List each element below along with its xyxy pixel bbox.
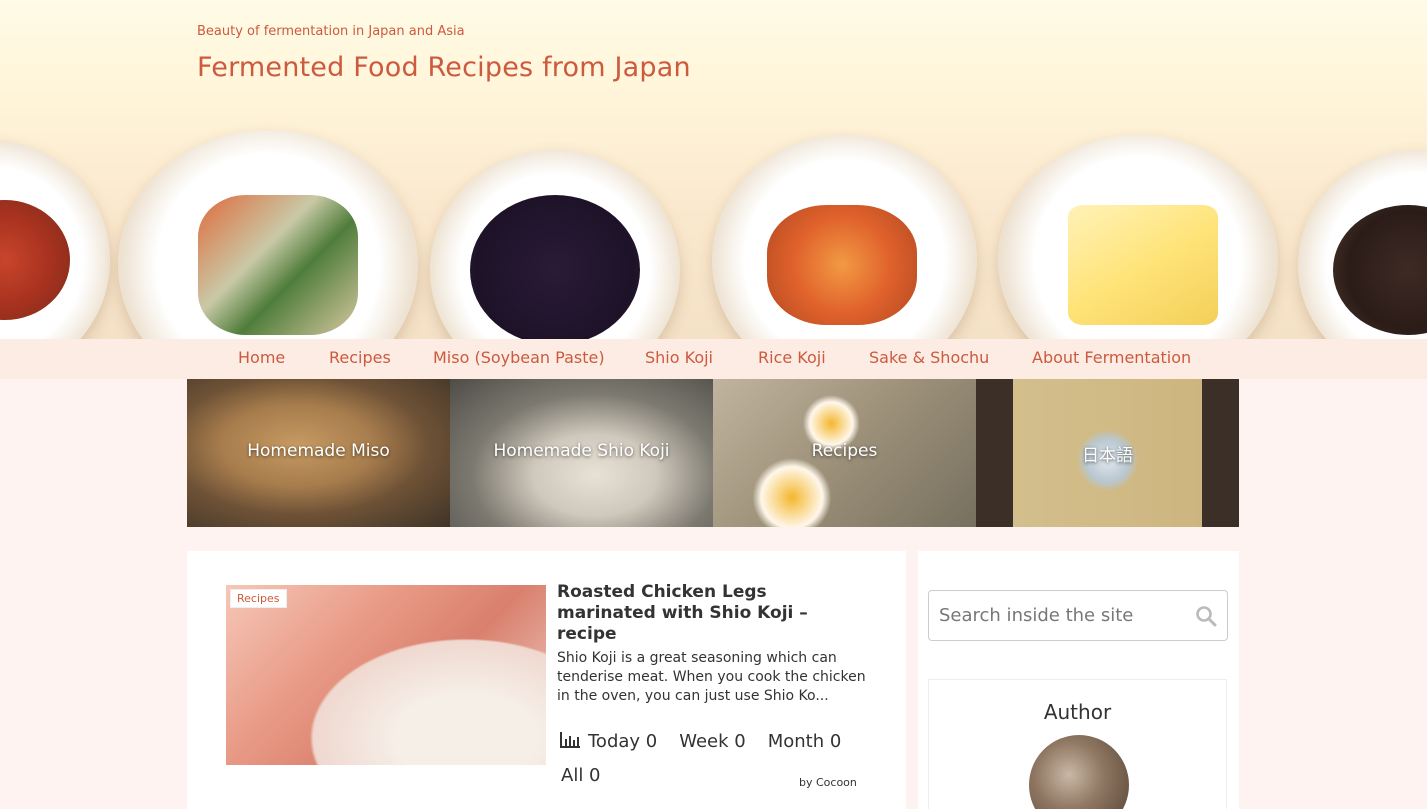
feature-tiles: Homemade Miso Homemade Shio Koji Recipes… — [187, 379, 1239, 527]
tile-homemade-shio-koji[interactable]: Homemade Shio Koji — [450, 379, 713, 527]
post-list: Recipes Roasted Chicken Legs marinated w… — [187, 551, 906, 809]
nav-item-about-fermentation[interactable]: About Fermentation — [1032, 348, 1191, 367]
post-thumbnail[interactable]: Recipes — [226, 585, 546, 765]
nav-item-home[interactable]: Home — [238, 348, 285, 367]
avatar — [1029, 735, 1129, 809]
stat-month: Month 0 — [767, 731, 842, 752]
stat-all: All 0 — [561, 765, 601, 786]
site-tagline: Beauty of fermentation in Japan and Asia — [197, 24, 465, 39]
search-icon[interactable] — [1195, 605, 1217, 627]
tile-japanese[interactable]: 日本語 — [976, 379, 1239, 527]
nav-item-rice-koji[interactable]: Rice Koji — [758, 348, 826, 367]
nav-item-sake-shochu[interactable]: Sake & Shochu — [869, 348, 989, 367]
stat-today: Today 0 — [588, 731, 658, 752]
author-widget: Author — [928, 679, 1227, 809]
search-input[interactable] — [939, 591, 1179, 640]
bowl-image — [998, 135, 1278, 339]
tile-label: Homemade Miso — [247, 441, 390, 461]
bowl-image — [1298, 150, 1427, 339]
bar-chart-icon — [560, 732, 580, 748]
stat-week: Week 0 — [679, 731, 746, 752]
bowl-image — [0, 140, 110, 339]
post-excerpt: Shio Koji is a great seasoning which can… — [557, 650, 866, 704]
tile-label: Recipes — [811, 441, 878, 461]
nav-item-recipes[interactable]: Recipes — [329, 348, 391, 367]
post-view-stats: Today 0 Week 0 Month 0 — [560, 731, 863, 752]
bowl-image — [430, 150, 680, 339]
tile-label: 日本語 — [1082, 446, 1133, 466]
main-nav: Home Recipes Miso (Soybean Paste) Shio K… — [0, 339, 1427, 379]
site-header: Beauty of fermentation in Japan and Asia… — [0, 0, 1427, 339]
site-title[interactable]: Fermented Food Recipes from Japan — [197, 52, 691, 83]
tile-recipes[interactable]: Recipes — [713, 379, 976, 527]
tile-homemade-miso[interactable]: Homemade Miso — [187, 379, 450, 527]
category-badge[interactable]: Recipes — [230, 589, 287, 608]
post-title[interactable]: Roasted Chicken Legs marinated with Shio… — [557, 582, 857, 645]
author-title: Author — [1043, 700, 1112, 724]
nav-item-miso[interactable]: Miso (Soybean Paste) — [433, 348, 605, 367]
bowl-image — [118, 130, 418, 339]
search-box — [928, 590, 1228, 641]
credit-text: by Cocoon — [799, 776, 857, 789]
sidebar: Author — [918, 551, 1239, 809]
tile-label: Homemade Shio Koji — [493, 441, 670, 461]
bowl-image — [712, 135, 977, 339]
nav-item-shio-koji[interactable]: Shio Koji — [645, 348, 713, 367]
